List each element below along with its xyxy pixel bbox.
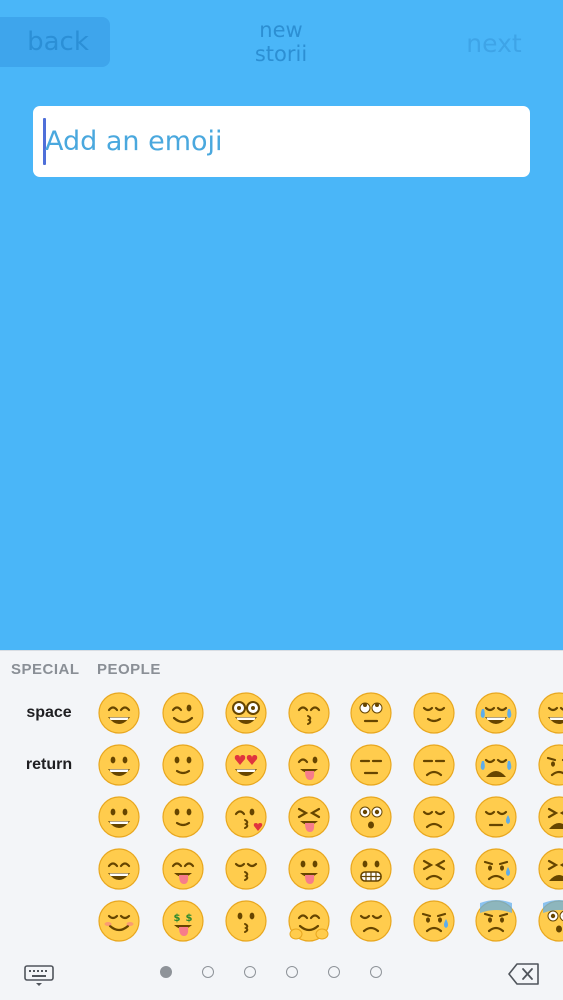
emoji-keyboard: SPECIAL PEOPLE space return $ $ xyxy=(0,650,563,1000)
emoji-tears-of-joy-icon[interactable] xyxy=(474,691,518,735)
emoji-money-mouth-icon[interactable]: $ $ xyxy=(161,899,205,943)
emoji-upside-down-icon[interactable] xyxy=(161,795,205,839)
emoji-tongue-out-icon[interactable] xyxy=(287,847,331,891)
emoji-thinking-icon[interactable] xyxy=(349,743,393,787)
page-dot[interactable] xyxy=(370,966,382,978)
emoji-relieved-icon[interactable] xyxy=(412,691,456,735)
page-title: new storii xyxy=(231,18,331,66)
emoji-loudly-crying-icon[interactable] xyxy=(474,743,518,787)
emoji-input-container[interactable] xyxy=(33,106,530,177)
backspace-icon[interactable] xyxy=(508,963,540,985)
emoji-crying-icon[interactable] xyxy=(412,899,456,943)
emoji-sad-relieved-icon[interactable] xyxy=(474,847,518,891)
emoji-winking-tongue-icon[interactable] xyxy=(287,743,331,787)
emoji-tired-cut-icon[interactable] xyxy=(537,847,563,891)
emoji-confounded-icon[interactable] xyxy=(412,847,456,891)
emoji-winking-icon[interactable] xyxy=(161,691,205,735)
svg-text:$: $ xyxy=(186,913,193,924)
emoji-kissing-icon[interactable] xyxy=(224,899,268,943)
emoji-fearful-icon[interactable] xyxy=(474,899,518,943)
emoji-slightly-smiling-icon[interactable] xyxy=(161,743,205,787)
emoji-blush-icon[interactable] xyxy=(97,899,141,943)
page-dot[interactable] xyxy=(160,966,172,978)
emoji-kissing-heart-icon[interactable] xyxy=(224,795,268,839)
emoji-scream-cut-icon[interactable] xyxy=(537,899,563,943)
space-key[interactable]: space xyxy=(14,704,84,722)
emoji-flushed-icon[interactable] xyxy=(349,795,393,839)
emoji-kissing-smiling-eyes-icon[interactable] xyxy=(287,691,331,735)
emoji-cold-sweat-cut-icon[interactable] xyxy=(537,743,563,787)
screen: back new storii next SPECIAL PEOPLE spac… xyxy=(0,0,563,1000)
title-line-1: new xyxy=(259,18,303,42)
emoji-heart-eyes-icon[interactable] xyxy=(224,743,268,787)
emoji-sleepy-icon[interactable] xyxy=(474,795,518,839)
title-line-2: storii xyxy=(254,42,308,66)
emoji-grinning-icon[interactable] xyxy=(97,795,141,839)
back-button[interactable]: back xyxy=(0,17,110,67)
emoji-nerd-icon[interactable] xyxy=(224,691,268,735)
page-dot[interactable] xyxy=(328,966,340,978)
category-people[interactable]: PEOPLE xyxy=(97,661,161,678)
emoji-grinning-smiling-eyes-icon[interactable] xyxy=(97,691,141,735)
emoji-smiley-icon[interactable] xyxy=(97,743,141,787)
emoji-rolling-eyes-icon[interactable] xyxy=(349,691,393,735)
category-special[interactable]: SPECIAL xyxy=(11,661,80,678)
emoji-hugging-icon[interactable] xyxy=(287,899,331,943)
page-dot[interactable] xyxy=(202,966,214,978)
next-button[interactable]: next xyxy=(452,24,536,64)
keyboard-icon[interactable] xyxy=(24,965,54,987)
page-dot[interactable] xyxy=(286,966,298,978)
emoji-weary-cut-icon[interactable] xyxy=(537,795,563,839)
emoji-smile-icon[interactable] xyxy=(97,847,141,891)
emoji-input[interactable] xyxy=(45,106,515,177)
emoji-squinting-tongue-icon[interactable] xyxy=(287,795,331,839)
emoji-grimacing-icon[interactable] xyxy=(349,847,393,891)
emoji-grinning-cut-icon[interactable] xyxy=(537,691,563,735)
emoji-disappointed-icon[interactable] xyxy=(412,795,456,839)
return-key[interactable]: return xyxy=(14,756,84,774)
emoji-kissing-closed-eyes-icon[interactable] xyxy=(224,847,268,891)
page-dot[interactable] xyxy=(244,966,256,978)
emoji-pensive-icon[interactable] xyxy=(349,899,393,943)
emoji-unamused-icon[interactable] xyxy=(412,743,456,787)
compose-area: back new storii next xyxy=(0,0,563,650)
svg-text:$: $ xyxy=(174,913,181,924)
emoji-yum-icon[interactable] xyxy=(161,847,205,891)
